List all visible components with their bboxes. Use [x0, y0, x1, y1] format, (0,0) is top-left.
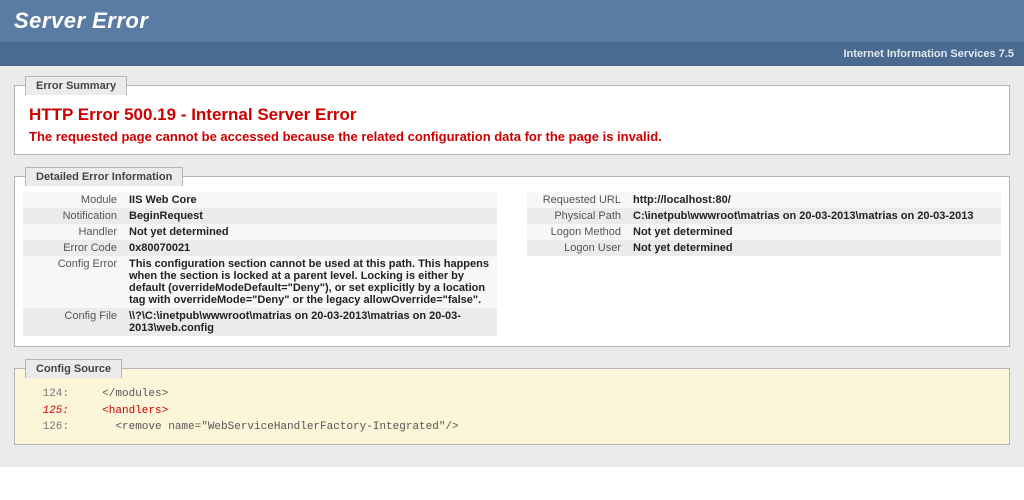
detail-value: 0x80070021	[123, 240, 497, 256]
content-area: Error Summary HTTP Error 500.19 - Intern…	[0, 66, 1024, 467]
detail-row: Requested URLhttp://localhost:80/	[527, 192, 1001, 208]
detail-value: BeginRequest	[123, 208, 497, 224]
detail-value: \\?\C:\inetpub\wwwroot\matrias on 20-03-…	[123, 308, 497, 336]
detail-row: ModuleIIS Web Core	[23, 192, 497, 208]
line-number: 126:	[29, 419, 69, 436]
line-number: 124:	[29, 386, 69, 403]
config-source-panel: Config Source 124: </modules>125: <handl…	[14, 359, 1010, 445]
detail-value: This configuration section cannot be use…	[123, 256, 497, 308]
error-title: HTTP Error 500.19 - Internal Server Erro…	[29, 105, 995, 125]
detail-row: Logon UserNot yet determined	[527, 240, 1001, 256]
page-title: Server Error	[14, 8, 1010, 34]
config-line: 124: </modules>	[29, 386, 995, 403]
detail-row: HandlerNot yet determined	[23, 224, 497, 240]
config-source-legend: Config Source	[25, 359, 122, 378]
detail-label: Logon User	[527, 240, 627, 256]
detailed-error-legend: Detailed Error Information	[25, 167, 183, 186]
detail-label: Logon Method	[527, 224, 627, 240]
detail-label: Notification	[23, 208, 123, 224]
config-line: 125: <handlers>	[29, 403, 995, 420]
error-summary-legend: Error Summary	[25, 76, 127, 95]
subheader: Internet Information Services 7.5	[0, 42, 1024, 66]
line-code: <remove name="WebServiceHandlerFactory-I…	[89, 421, 459, 433]
detail-label: Config File	[23, 308, 123, 336]
detail-label: Requested URL	[527, 192, 627, 208]
line-code: <handlers>	[89, 405, 168, 417]
detail-column-right: Requested URLhttp://localhost:80/Physica…	[527, 192, 1001, 336]
detail-value: Not yet determined	[123, 224, 497, 240]
line-code: </modules>	[89, 388, 168, 400]
detail-row: Logon MethodNot yet determined	[527, 224, 1001, 240]
detail-value: C:\inetpub\wwwroot\matrias on 20-03-2013…	[627, 208, 1001, 224]
server-version: Internet Information Services 7.5	[843, 48, 1014, 60]
detail-row: Config ErrorThis configuration section c…	[23, 256, 497, 308]
detail-row: Config File\\?\C:\inetpub\wwwroot\matria…	[23, 308, 497, 336]
detail-label: Handler	[23, 224, 123, 240]
detail-value: IIS Web Core	[123, 192, 497, 208]
page-header: Server Error	[0, 0, 1024, 42]
error-message: The requested page cannot be accessed be…	[29, 129, 995, 144]
detail-label: Module	[23, 192, 123, 208]
detail-label: Config Error	[23, 256, 123, 308]
detail-label: Error Code	[23, 240, 123, 256]
detail-row: NotificationBeginRequest	[23, 208, 497, 224]
detail-value: Not yet determined	[627, 224, 1001, 240]
detail-value: http://localhost:80/	[627, 192, 1001, 208]
line-number: 125:	[29, 403, 69, 420]
config-line: 126: <remove name="WebServiceHandlerFact…	[29, 419, 995, 436]
error-summary-panel: Error Summary HTTP Error 500.19 - Intern…	[14, 76, 1010, 155]
detail-row: Error Code0x80070021	[23, 240, 497, 256]
detailed-error-panel: Detailed Error Information ModuleIIS Web…	[14, 167, 1010, 347]
detail-row: Physical PathC:\inetpub\wwwroot\matrias …	[527, 208, 1001, 224]
detail-column-left: ModuleIIS Web CoreNotificationBeginReque…	[23, 192, 497, 336]
detail-value: Not yet determined	[627, 240, 1001, 256]
detail-label: Physical Path	[527, 208, 627, 224]
